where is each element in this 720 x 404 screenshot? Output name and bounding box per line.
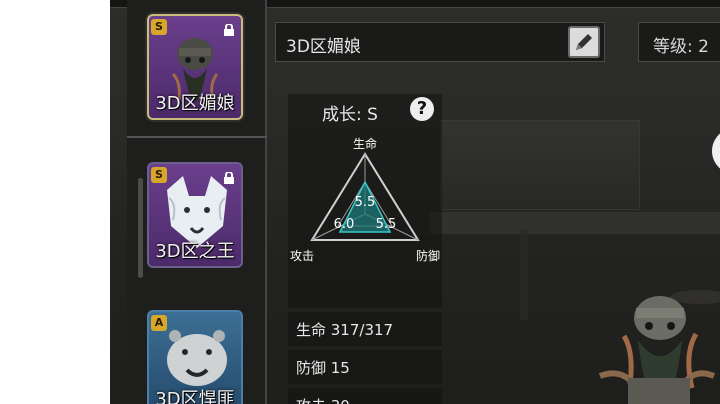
- character-3d-preview: [598, 296, 716, 404]
- stat-row-attack: 攻击 30: [288, 388, 442, 404]
- radar-axis-label: 防御: [416, 248, 440, 263]
- character-name-label: 3D区悍匪: [155, 389, 235, 404]
- character-name-label: 3D区之王: [155, 241, 235, 262]
- pencil-icon: [576, 34, 592, 50]
- lock-icon: [224, 24, 234, 36]
- background-table: [430, 212, 720, 234]
- help-icon[interactable]: ?: [410, 97, 434, 121]
- character-card-king[interactable]: S 3D区之王: [147, 162, 243, 268]
- radar-axis-label: 攻击: [290, 249, 314, 263]
- level-display: 等级: 2: [638, 22, 720, 62]
- stat-row-hp: 生命 317/317: [288, 312, 442, 346]
- growth-label: 成长: S: [322, 105, 378, 125]
- character-name-field: 3D区媚娘: [275, 22, 605, 62]
- radar-value-label: 6.0: [334, 217, 355, 232]
- character-card-bandit[interactable]: A 3D区悍匪: [147, 310, 243, 404]
- growth-panel: 成长: S ? 生命 攻击 防御 5.5 6.0 5.5: [288, 94, 442, 308]
- rank-badge-s: S: [151, 19, 167, 35]
- list-divider: [127, 136, 267, 138]
- edit-name-button[interactable]: [568, 26, 600, 58]
- side-round-button[interactable]: [712, 128, 720, 174]
- attribute-radar: 生命 攻击 防御 5.5 6.0 5.5: [290, 136, 440, 263]
- character-card-meiniang[interactable]: S 3D区媚娘: [147, 14, 243, 120]
- lock-icon: [224, 172, 234, 184]
- radar-axis-label: 生命: [353, 136, 377, 151]
- stat-defense-text: 防御 15: [296, 359, 350, 377]
- character-name-label: 3D区媚娘: [155, 93, 235, 114]
- rank-badge-a: A: [151, 315, 167, 331]
- stat-row-defense: 防御 15: [288, 350, 442, 384]
- level-text: 等级: 2: [653, 37, 709, 57]
- character-screen: S 3D区媚娘 S 3D区之王 A 3D区悍匪 3D区媚娘 等级: 2 成长: …: [110, 0, 720, 404]
- blank-margin: [0, 0, 110, 404]
- radar-value-label: 5.5: [376, 217, 397, 232]
- list-scrollbar[interactable]: [138, 178, 143, 278]
- character-name-text: 3D区媚娘: [286, 37, 361, 57]
- rank-badge-s: S: [151, 167, 167, 183]
- background-shelf: [440, 120, 640, 210]
- radar-value-label: 5.5: [355, 195, 376, 210]
- stat-hp-text: 生命 317/317: [296, 321, 394, 339]
- stat-attack-text: 攻击 30: [296, 395, 350, 404]
